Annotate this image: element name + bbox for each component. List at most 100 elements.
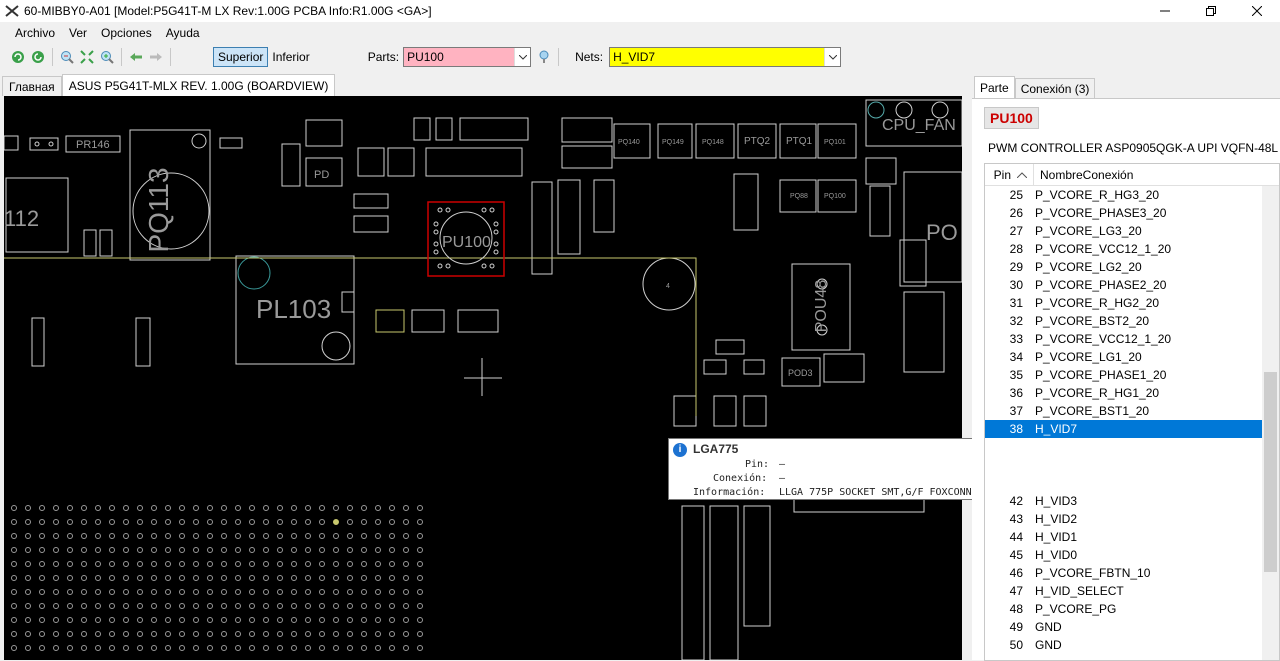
menu-opciones[interactable]: Opciones: [94, 26, 159, 40]
pin-number: 30: [1009, 278, 1023, 292]
column-pin-label: Pin: [993, 167, 1011, 182]
net-name: H_VID3: [1035, 494, 1078, 508]
menu-archivo[interactable]: Archivo: [8, 26, 62, 40]
side-top-button[interactable]: Superior: [213, 47, 269, 67]
table-row[interactable]: [985, 474, 1263, 492]
table-row[interactable]: [985, 438, 1263, 456]
zoom-out-icon[interactable]: [57, 47, 77, 67]
net-name: P_VCORE_R_HG3_20: [1035, 188, 1160, 202]
table-row[interactable]: 43 H_VID2: [985, 510, 1263, 528]
nets-value[interactable]: H_VID7: [610, 48, 825, 66]
table-row[interactable]: 32 P_VCORE_BST2_20: [985, 312, 1263, 330]
net-name: P_VCORE_BST1_20: [1035, 404, 1150, 418]
table-row[interactable]: 30 P_VCORE_PHASE2_20: [985, 276, 1263, 294]
pin-number: 37: [1009, 404, 1023, 418]
table-row[interactable]: 25 P_VCORE_R_HG3_20: [985, 186, 1263, 204]
pin-number: 25: [1009, 188, 1023, 202]
pin-number: 48: [1009, 602, 1023, 616]
side-bottom-button[interactable]: Inferior: [268, 47, 313, 67]
table-row[interactable]: 48 P_VCORE_PG: [985, 600, 1263, 618]
part-name-badge: PU100: [984, 107, 1039, 129]
scrollbar-thumb[interactable]: [1264, 372, 1277, 572]
chevron-down-icon[interactable]: [514, 48, 531, 66]
zoom-in-icon[interactable]: [97, 47, 117, 67]
label-pq100: PQ100: [824, 193, 846, 200]
parts-combo[interactable]: PU100: [403, 47, 532, 67]
table-row[interactable]: 49 GND: [985, 618, 1263, 636]
pin-number: 44: [1009, 530, 1023, 544]
table-row[interactable]: 42 H_VID3: [985, 492, 1263, 510]
refresh-icon[interactable]: [8, 47, 28, 67]
pin-table-header: Pin NombreConexión: [985, 164, 1279, 186]
menu-ver[interactable]: Ver: [62, 26, 94, 40]
table-row[interactable]: 44 H_VID1: [985, 528, 1263, 546]
label-cpu-fan: CPU_FAN: [882, 117, 956, 134]
pin-number: 33: [1009, 332, 1023, 346]
restore-icon: [1206, 6, 1216, 16]
fit-view-icon[interactable]: [77, 47, 97, 67]
tooltip-conn-value: —: [779, 473, 786, 484]
pin-table-scrollbar[interactable]: [1262, 186, 1279, 660]
net-name: P_VCORE_R_HG1_20: [1035, 386, 1160, 400]
tab-boardview[interactable]: ASUS P5G41T-MLX REV. 1.00G (BOARDVIEW): [61, 74, 336, 96]
menu-ayuda[interactable]: Ayuda: [159, 26, 207, 40]
tab-part[interactable]: Parte: [974, 76, 1015, 98]
board-canvas[interactable]: PQ113 PL103 PU100 CPU_FAN POU48 PR146 11…: [4, 96, 962, 660]
pin-number: 45: [1009, 548, 1023, 562]
net-name: H_VID7: [1035, 422, 1078, 436]
pin-number: 43: [1009, 512, 1023, 526]
table-row[interactable]: 34 P_VCORE_LG1_20: [985, 348, 1263, 366]
label-pod3: POD3: [788, 368, 813, 378]
tab-connection[interactable]: Conexión (3): [1014, 78, 1096, 98]
table-row[interactable]: 37 P_VCORE_BST1_20: [985, 402, 1263, 420]
net-name: P_VCORE_FBTN_10: [1035, 566, 1151, 580]
label-pou48: POU48: [813, 280, 830, 333]
column-net-name[interactable]: NombreConexión: [1033, 164, 1279, 185]
pin-number: 31: [1009, 296, 1023, 310]
table-row[interactable]: 31 P_VCORE_R_HG2_20: [985, 294, 1263, 312]
table-row-selected[interactable]: 38 H_VID7: [985, 420, 1263, 438]
label-pq101: PQ101: [824, 139, 846, 146]
title-bar: 60-MIBBY0-A01 [Model:P5G41T-M LX Rev:1.0…: [0, 0, 1280, 22]
table-row[interactable]: 45 H_VID0: [985, 546, 1263, 564]
chevron-down-icon[interactable]: [824, 48, 841, 66]
pin-number: 28: [1009, 242, 1023, 256]
nets-combo[interactable]: H_VID7: [609, 47, 842, 67]
net-name: P_VCORE_LG2_20: [1035, 260, 1142, 274]
table-row[interactable]: 47 H_VID_SELECT: [985, 582, 1263, 600]
net-name: GND: [1035, 638, 1062, 652]
table-row[interactable]: 29 P_VCORE_LG2_20: [985, 258, 1263, 276]
label-pl103: PL103: [256, 294, 331, 324]
table-row[interactable]: 46 P_VCORE_FBTN_10: [985, 564, 1263, 582]
net-name: P_VCORE_PHASE3_20: [1035, 206, 1167, 220]
table-row[interactable]: 26 P_VCORE_PHASE3_20: [985, 204, 1263, 222]
label-pd: PD: [314, 169, 329, 181]
forward-arrow-icon[interactable]: [146, 47, 166, 67]
table-row[interactable]: 33 P_VCORE_VCC12_1_20: [985, 330, 1263, 348]
pin-number: 49: [1009, 620, 1023, 634]
tab-home[interactable]: Главная: [2, 76, 62, 96]
pin-number: 26: [1009, 206, 1023, 220]
table-row[interactable]: 28 P_VCORE_VCC12_1_20: [985, 240, 1263, 258]
restore-button[interactable]: [1188, 0, 1234, 22]
parts-value[interactable]: PU100: [404, 48, 515, 66]
pin-table[interactable]: Pin NombreConexión 25 P_VCORE_R_HG3_20 26…: [984, 163, 1280, 661]
pin-search-icon[interactable]: [534, 47, 554, 67]
table-row[interactable]: 36 P_VCORE_R_HG1_20: [985, 384, 1263, 402]
label-pq113: PQ113: [143, 167, 174, 252]
net-name: P_VCORE_VCC12_1_20: [1035, 242, 1172, 256]
pin-number: 46: [1009, 566, 1023, 580]
board-drawing[interactable]: PQ113 PL103 PU100 CPU_FAN POU48 PR146 11…: [4, 96, 962, 660]
reload-icon[interactable]: [28, 47, 48, 67]
back-arrow-icon[interactable]: [126, 47, 146, 67]
minimize-button[interactable]: [1142, 0, 1188, 22]
close-button[interactable]: [1234, 0, 1280, 22]
side-tabs: Parte Conexión (3): [972, 76, 1280, 98]
table-row[interactable]: [985, 456, 1263, 474]
sort-ascending-icon: [1017, 171, 1027, 178]
table-row[interactable]: 35 P_VCORE_PHASE1_20: [985, 366, 1263, 384]
column-net-label: NombreConexión: [1040, 167, 1134, 182]
table-row[interactable]: 50 GND: [985, 636, 1263, 654]
table-row[interactable]: 27 P_VCORE_LG3_20: [985, 222, 1263, 240]
column-pin[interactable]: Pin: [985, 164, 1033, 185]
